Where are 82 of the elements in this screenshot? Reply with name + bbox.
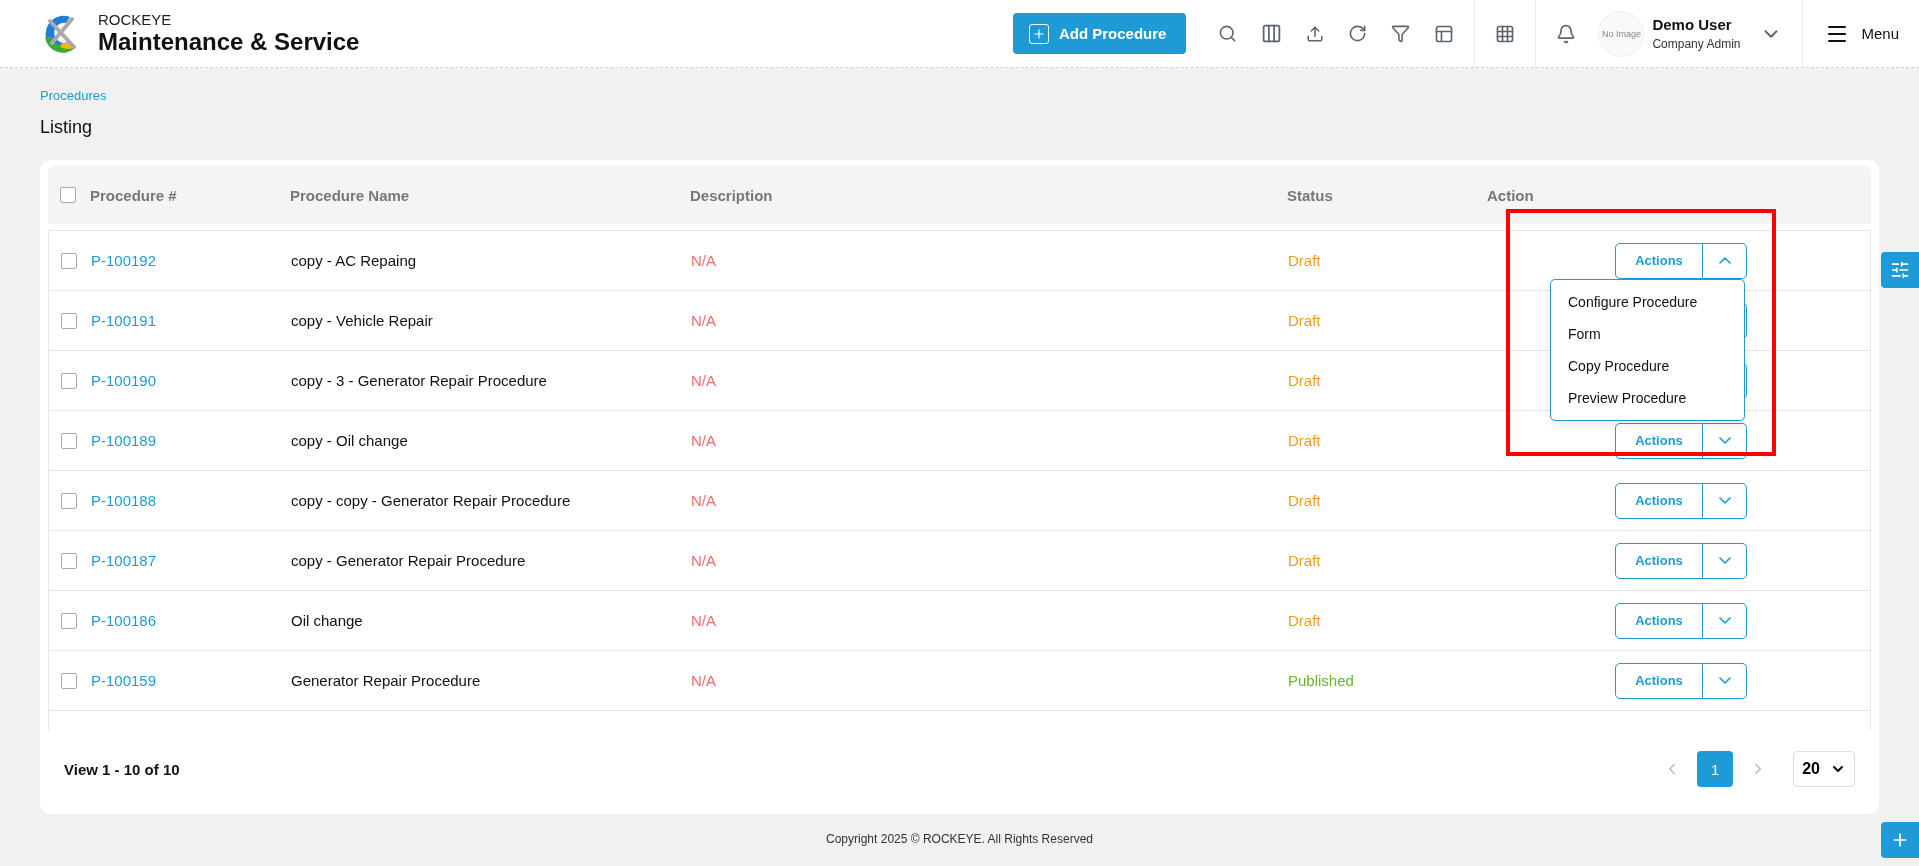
status-text: Draft — [1288, 551, 1321, 569]
procedure-id-link[interactable]: P-100186 — [91, 611, 157, 629]
procedure-id-link[interactable]: P-100189 — [91, 431, 157, 449]
row-checkbox[interactable] — [61, 612, 77, 629]
chevron-down-icon — [1718, 617, 1731, 624]
user-name: Demo User — [1652, 16, 1733, 33]
description-text: N/A — [691, 671, 716, 689]
plus-icon — [1028, 23, 1049, 44]
column-header: Description — [690, 186, 774, 204]
menu-item[interactable]: Preview Procedure — [1551, 381, 1744, 414]
procedure-name: copy - AC Repaing — [291, 251, 417, 269]
settings-sliders-icon[interactable] — [1881, 252, 1919, 288]
actions-button[interactable]: Actions — [1615, 542, 1703, 579]
page-title: Listing — [40, 117, 94, 138]
row-checkbox[interactable] — [61, 372, 77, 389]
procedure-name: copy - 3 - Generator Repair Procedure — [291, 371, 547, 389]
menu-item[interactable]: Form — [1551, 317, 1744, 350]
user-role: Company Admin — [1652, 37, 1741, 51]
description-text: N/A — [691, 251, 716, 269]
chevron-up-icon — [1718, 257, 1731, 264]
status-text: Draft — [1288, 311, 1321, 329]
description-text: N/A — [691, 431, 716, 449]
procedure-name: copy - copy - Generator Repair Procedure — [291, 491, 571, 509]
menu-item[interactable]: Configure Procedure — [1551, 285, 1744, 318]
procedure-name: copy - Oil change — [291, 431, 408, 449]
procedure-id-link[interactable]: P-100190 — [91, 371, 157, 389]
procedure-id-link[interactable]: P-100192 — [91, 251, 157, 269]
actions-button[interactable]: Actions — [1615, 242, 1703, 279]
status-text: Draft — [1288, 431, 1321, 449]
description-text: N/A — [691, 311, 716, 329]
add-procedure-button[interactable]: Add Procedure — [1012, 13, 1187, 54]
menu-item[interactable]: Copy Procedure — [1551, 349, 1744, 382]
chevron-down-icon — [1718, 437, 1731, 444]
row-checkbox[interactable] — [61, 432, 77, 449]
chevron-down-icon — [1718, 497, 1731, 504]
pagination-summary: View 1 - 10 of 10 — [64, 760, 181, 778]
actions-button[interactable]: Actions — [1615, 482, 1703, 519]
description-text: N/A — [691, 611, 716, 629]
procedure-id-link[interactable]: P-100188 — [91, 491, 157, 509]
status-text: Draft — [1288, 251, 1321, 269]
actions-toggle-button[interactable] — [1703, 662, 1747, 699]
chevron-down-icon — [1718, 557, 1731, 564]
procedure-id-link[interactable]: P-100159 — [91, 671, 157, 689]
description-text: N/A — [691, 491, 716, 509]
breadcrumb-link[interactable]: Procedures — [40, 88, 107, 103]
actions-toggle-button[interactable] — [1703, 482, 1747, 519]
description-text: N/A — [691, 551, 716, 569]
page-button[interactable]: 1 — [1697, 751, 1734, 787]
actions-toggle-button[interactable] — [1703, 542, 1747, 579]
actions-toggle-button[interactable] — [1703, 602, 1747, 639]
actions-button[interactable]: Actions — [1615, 662, 1703, 699]
procedure-name: Oil change — [291, 611, 363, 629]
column-header: Procedure # — [90, 186, 178, 204]
column-header: Procedure Name — [290, 186, 411, 204]
select-all-checkbox[interactable] — [60, 187, 76, 203]
description-text: N/A — [691, 371, 716, 389]
avatar-placeholder-text: No Image — [1601, 28, 1641, 39]
status-text: Published — [1288, 671, 1354, 689]
app-title: Maintenance & Service — [98, 28, 360, 56]
procedure-id-link[interactable]: P-100187 — [91, 551, 157, 569]
copyright-text: Copyright 2025 © ROCKEYE. All Rights Reserved — [826, 832, 1093, 846]
plus-icon[interactable] — [1881, 822, 1919, 858]
column-header: Status — [1287, 186, 1334, 204]
actions-toggle-button[interactable] — [1703, 242, 1747, 279]
procedure-name: copy - Vehicle Repair — [291, 311, 433, 329]
actions-button[interactable]: Actions — [1615, 602, 1703, 639]
row-checkbox[interactable] — [61, 252, 77, 269]
procedure-name: copy - Generator Repair Procedure — [291, 551, 526, 569]
menu-button[interactable]: Menu — [1811, 21, 1919, 46]
procedure-id-link[interactable]: P-100191 — [91, 311, 157, 329]
status-text: Draft — [1288, 611, 1321, 629]
row-checkbox[interactable] — [61, 492, 77, 509]
brand-name: ROCKEYE — [98, 11, 173, 28]
row-checkbox[interactable] — [61, 552, 77, 569]
procedure-name: Generator Repair Procedure — [291, 671, 481, 689]
row-checkbox[interactable] — [61, 672, 77, 689]
status-text: Draft — [1288, 371, 1321, 389]
status-text: Draft — [1288, 491, 1321, 509]
row-checkbox[interactable] — [61, 312, 77, 329]
chevron-down-icon — [1718, 677, 1731, 684]
page-size-select[interactable]: 20 — [1793, 751, 1855, 787]
column-header: Action — [1487, 186, 1535, 204]
